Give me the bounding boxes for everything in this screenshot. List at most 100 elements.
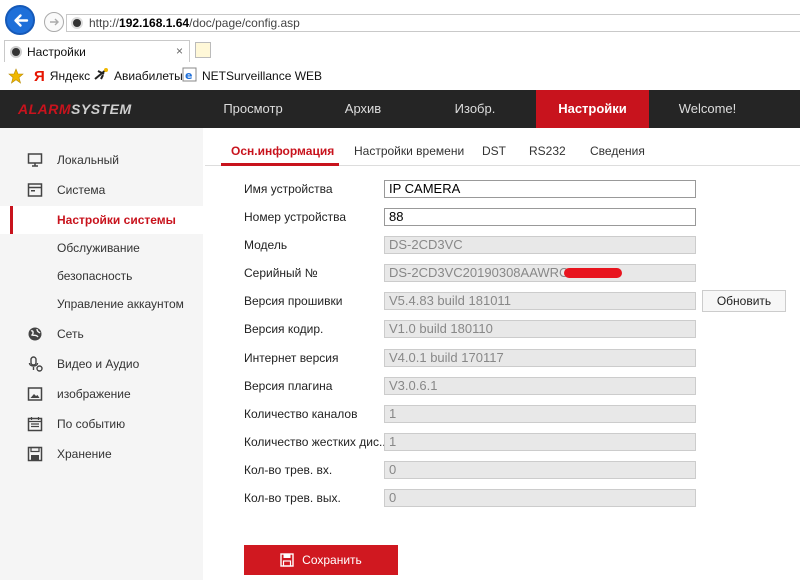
tab-favicon-icon xyxy=(10,46,22,58)
calendar-icon xyxy=(27,417,43,432)
app-logo: ALARMSYSTEM xyxy=(18,101,132,117)
sidebar-item-video-audio[interactable]: Видео и Аудио xyxy=(0,350,203,378)
tab-dst[interactable]: DST xyxy=(482,144,506,158)
channel-count-value: 1 xyxy=(384,405,696,423)
svg-text:e: e xyxy=(185,69,192,82)
field-device-name: Имя устройства IP CAMERA xyxy=(244,180,800,200)
arrow-left-icon xyxy=(14,14,29,27)
nav-view[interactable]: Просмотр xyxy=(203,90,303,128)
plugin-version-value: V3.0.6.1 xyxy=(384,377,696,395)
browser-address-bar: http://192.168.1.64/doc/page/config.asp xyxy=(0,0,800,40)
tab-details[interactable]: Сведения xyxy=(590,144,645,158)
save-button[interactable]: Сохранить xyxy=(244,545,398,575)
app-header: ALARMSYSTEM Просмотр Архив Изобр. Настро… xyxy=(0,90,800,128)
update-button[interactable]: Обновить xyxy=(702,290,786,312)
sidebar-item-account-management[interactable]: Управление аккаунтом xyxy=(0,290,203,318)
field-model: Модель DS-2CD3VC xyxy=(244,236,800,256)
url-input[interactable]: http://192.168.1.64/doc/page/config.asp xyxy=(66,14,800,32)
field-web-version: Интернет версия V4.0.1 build 170117 xyxy=(244,349,800,369)
tab-rs232[interactable]: RS232 xyxy=(529,144,566,158)
sidebar-item-label: Управление аккаунтом xyxy=(57,297,184,311)
model-value: DS-2CD3VC xyxy=(384,236,696,254)
field-label: Номер устройства xyxy=(244,210,347,224)
plane-icon xyxy=(94,67,109,85)
favorites-star-icon[interactable] xyxy=(8,67,24,85)
favorite-aviabilety[interactable]: Авиабилеты xyxy=(94,67,183,85)
sidebar-item-label: Видео и Аудио xyxy=(57,357,140,371)
active-tab-indicator xyxy=(221,163,339,166)
alarm-inputs-value: 0 xyxy=(384,461,696,479)
ie-page-icon: e xyxy=(182,67,197,85)
sidebar-item-maintenance[interactable]: Обслуживание xyxy=(0,234,203,262)
field-hdd-count: Количество жестких дис... 1 xyxy=(244,433,800,453)
serial-number-value: DS-2CD3VC20190308AAWRC xyxy=(384,264,696,282)
sidebar-item-label: Система xyxy=(57,183,106,197)
device-number-input[interactable]: 88 xyxy=(384,208,696,226)
favorite-label: Авиабилеты xyxy=(114,69,183,83)
nav-archive[interactable]: Архив xyxy=(318,90,408,128)
sidebar-item-label: изображение xyxy=(57,387,131,401)
sidebar-item-events[interactable]: По событию xyxy=(0,410,203,438)
browser-tab[interactable]: Настройки × xyxy=(4,40,190,62)
field-channel-count: Количество каналов 1 xyxy=(244,405,800,425)
nav-welcome[interactable]: Welcome! xyxy=(660,90,755,128)
settings-sidebar: Локальный Система Настройки системы Обсл… xyxy=(0,128,203,580)
sidebar-item-label: Локальный xyxy=(57,153,119,167)
field-label: Имя устройства xyxy=(244,182,333,196)
hdd-count-value: 1 xyxy=(384,433,696,451)
field-label: Кол-во трев. вых. xyxy=(244,491,341,505)
yandex-icon: Я xyxy=(34,67,45,85)
firmware-version-value: V5.4.83 build 181011 xyxy=(384,292,696,310)
sidebar-item-image[interactable]: изображение xyxy=(0,380,203,408)
sidebar-item-storage[interactable]: Хранение xyxy=(0,440,203,468)
favorite-label: NETSurveillance WEB xyxy=(202,69,323,83)
arrow-right-icon xyxy=(50,18,59,26)
field-label: Количество каналов xyxy=(244,407,358,421)
encoding-version-value: V1.0 build 180110 xyxy=(384,320,696,338)
new-tab-button[interactable] xyxy=(195,42,211,58)
favorite-netsurveillance[interactable]: e NETSurveillance WEB xyxy=(182,67,322,85)
sidebar-item-security[interactable]: безопасность xyxy=(0,262,203,290)
field-label: Интернет версия xyxy=(244,351,339,365)
nav-settings[interactable]: Настройки xyxy=(536,90,649,128)
tab-close-icon[interactable]: × xyxy=(176,44,183,58)
field-serial-number: Серийный № DS-2CD3VC20190308AAWRC xyxy=(244,264,800,284)
field-label: Версия прошивки xyxy=(244,294,343,308)
field-label: Количество жестких дис... xyxy=(244,435,384,449)
field-encoding-version: Версия кодир. V1.0 build 180110 xyxy=(244,320,800,340)
field-device-number: Номер устройства 88 xyxy=(244,208,800,228)
field-label: Версия кодир. xyxy=(244,322,324,336)
site-favicon-icon xyxy=(71,17,83,29)
monitor-icon xyxy=(27,153,43,167)
sidebar-item-system-settings[interactable]: Настройки системы xyxy=(0,206,203,234)
field-label: Серийный № xyxy=(244,266,318,280)
favorite-yandex[interactable]: Я Яндекс xyxy=(34,67,90,85)
tab-title: Настройки xyxy=(27,45,86,59)
image-icon xyxy=(27,387,43,401)
field-firmware-version: Версия прошивки V5.4.83 build 181011 Обн… xyxy=(244,290,800,312)
field-plugin-version: Версия плагина V3.0.6.1 xyxy=(244,377,800,397)
field-alarm-outputs: Кол-во трев. вых. 0 xyxy=(244,489,800,509)
field-label: Кол-во трев. вх. xyxy=(244,463,333,477)
tab-time-settings[interactable]: Настройки времени xyxy=(354,144,464,158)
tab-basic-info[interactable]: Осн.информация xyxy=(231,144,334,158)
forward-button[interactable] xyxy=(44,12,64,32)
device-name-input[interactable]: IP CAMERA xyxy=(384,180,696,198)
browser-tab-bar: Настройки × xyxy=(0,40,800,64)
floppy-disk-icon xyxy=(280,553,294,567)
globe-icon xyxy=(28,327,42,341)
save-button-label: Сохранить xyxy=(302,553,362,567)
sidebar-item-local[interactable]: Локальный xyxy=(0,146,203,174)
field-alarm-inputs: Кол-во трев. вх. 0 xyxy=(244,461,800,481)
sidebar-item-network[interactable]: Сеть xyxy=(0,320,203,348)
favorite-label: Яндекс xyxy=(49,69,91,83)
storage-icon xyxy=(27,446,43,462)
nav-image[interactable]: Изобр. xyxy=(430,90,520,128)
url-text: http://192.168.1.64/doc/page/config.asp xyxy=(89,16,300,30)
sidebar-item-system[interactable]: Система xyxy=(0,176,203,204)
microphone-icon xyxy=(28,356,43,372)
sidebar-item-label: безопасность xyxy=(57,269,133,283)
alarm-outputs-value: 0 xyxy=(384,489,696,507)
back-button[interactable] xyxy=(5,5,35,35)
redaction-mark xyxy=(564,268,622,278)
